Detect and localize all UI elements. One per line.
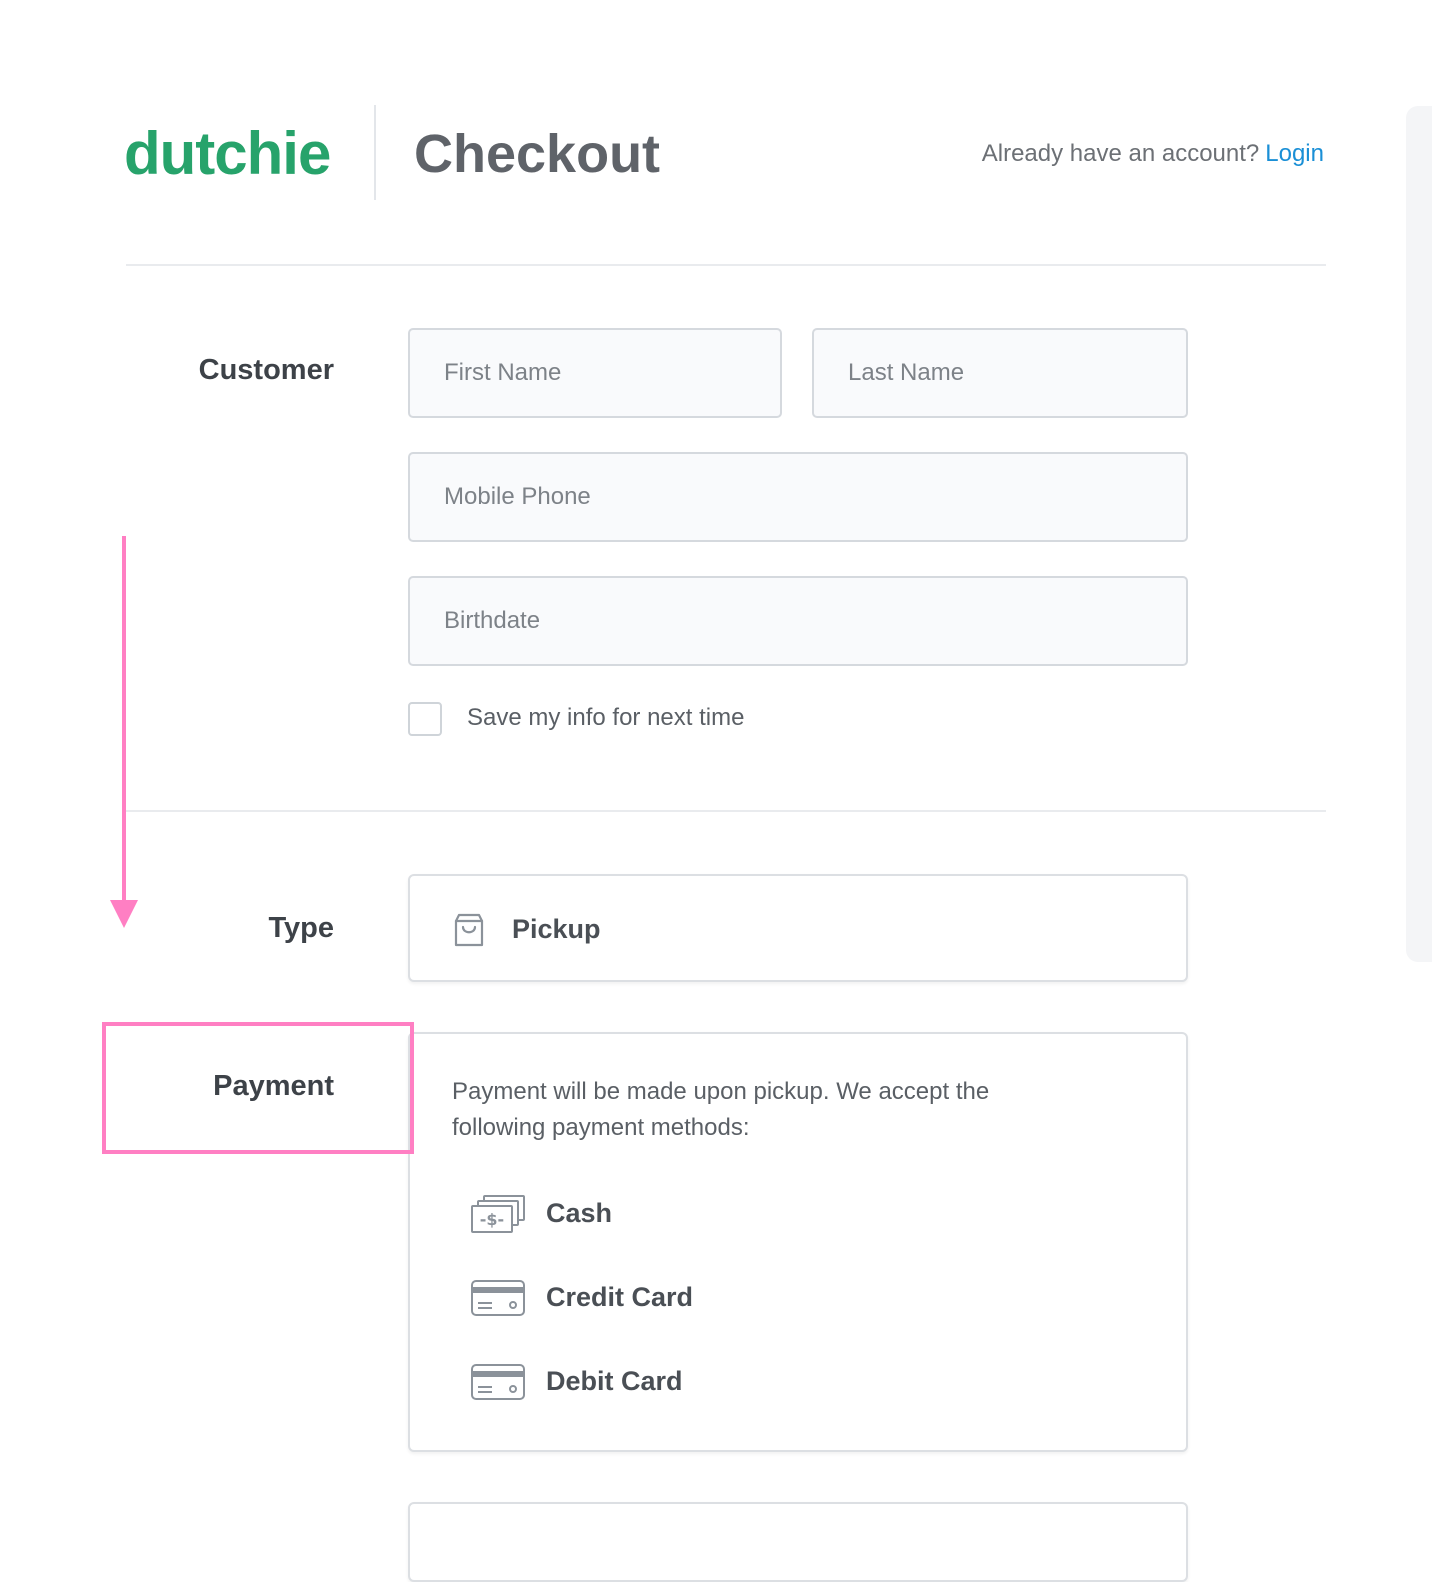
last-name-input[interactable] [812, 328, 1188, 418]
login-link[interactable]: Login [1265, 140, 1324, 167]
payment-card: Payment will be made upon pickup. We acc… [408, 1032, 1188, 1452]
annotation-highlight-box [102, 1022, 414, 1154]
cash-icon: -$- [470, 1194, 526, 1234]
header-divider-line [126, 264, 1326, 266]
mobile-phone-input[interactable] [408, 452, 1188, 542]
customer-section-label: Customer [198, 354, 334, 386]
debit-card-icon [470, 1362, 526, 1402]
credit-card-icon [470, 1278, 526, 1318]
payment-method-label: Cash [546, 1198, 613, 1228]
type-section-label: Type [268, 912, 334, 944]
next-section-card [408, 1502, 1188, 1582]
order-summary-panel [1406, 106, 1432, 962]
payment-method-label: Debit Card [546, 1366, 683, 1396]
payment-method-label: Credit Card [546, 1282, 694, 1312]
page-title: Checkout [414, 124, 661, 184]
order-type-label: Pickup [512, 914, 601, 944]
payment-description: Payment will be made upon pickup. We acc… [452, 1078, 990, 1141]
first-name-input[interactable] [408, 328, 782, 418]
header-divider [374, 105, 376, 200]
annotation-arrow-head [110, 900, 138, 928]
section-divider-line [126, 810, 1326, 812]
account-prompt: Already have an account? Login [982, 138, 1324, 170]
dutchie-logo[interactable]: dutchie [124, 118, 331, 190]
annotation-arrow-line [122, 536, 126, 908]
save-info-label[interactable]: Save my info for next time [467, 702, 744, 734]
svg-text:-$-: -$- [480, 1210, 504, 1229]
account-prompt-text: Already have an account? [981, 140, 1260, 167]
save-info-checkbox[interactable] [408, 702, 442, 736]
order-type-selector[interactable]: Pickup [408, 874, 1188, 982]
birthdate-input[interactable] [408, 576, 1188, 666]
shopping-bag-icon [452, 912, 486, 948]
